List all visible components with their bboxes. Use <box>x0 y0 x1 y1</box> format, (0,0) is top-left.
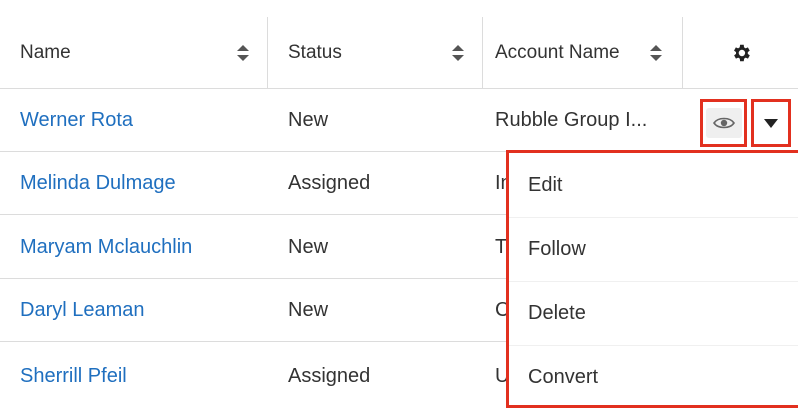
menu-item-convert[interactable]: Convert <box>509 345 798 409</box>
sort-icon[interactable] <box>452 45 464 61</box>
preview-button-face <box>705 108 742 138</box>
record-name-link[interactable]: Maryam Mclauchlin <box>20 236 192 259</box>
preview-button[interactable] <box>700 99 747 147</box>
column-label-status: Status <box>288 41 342 63</box>
column-header-name[interactable]: Name <box>0 17 268 88</box>
record-status: New <box>288 299 329 321</box>
actions-dropdown-toggle[interactable] <box>751 99 791 147</box>
sort-icon[interactable] <box>237 45 249 61</box>
column-label-name: Name <box>20 41 71 63</box>
menu-item-edit[interactable]: Edit <box>509 153 798 217</box>
record-status: Assigned <box>288 172 371 194</box>
record-account-name: Rubble Group I... <box>495 109 648 131</box>
menu-item-follow[interactable]: Follow <box>509 217 798 281</box>
gear-icon[interactable] <box>730 42 752 64</box>
column-label-account-name: Account Name <box>495 41 620 63</box>
column-settings[interactable] <box>683 17 798 88</box>
actions-dropdown-menu: Edit Follow Delete Convert <box>506 150 798 408</box>
record-name-link[interactable]: Daryl Leaman <box>20 299 145 322</box>
column-header-account-name[interactable]: Account Name <box>483 17 683 88</box>
record-name-link[interactable]: Sherrill Pfeil <box>20 365 127 388</box>
record-name-link[interactable]: Werner Rota <box>20 109 133 132</box>
table-header: Name Status Account Name <box>0 17 798 88</box>
menu-item-delete[interactable]: Delete <box>509 281 798 345</box>
eye-icon <box>712 117 735 129</box>
caret-down-icon <box>764 118 778 128</box>
record-status: New <box>288 109 329 131</box>
record-status: New <box>288 235 329 258</box>
sort-icon[interactable] <box>650 45 662 61</box>
column-header-status[interactable]: Status <box>268 17 483 88</box>
record-status: Assigned <box>288 364 371 387</box>
table-row: Werner Rota New Rubble Group I... <box>0 88 798 152</box>
record-name-link[interactable]: Melinda Dulmage <box>20 172 176 195</box>
